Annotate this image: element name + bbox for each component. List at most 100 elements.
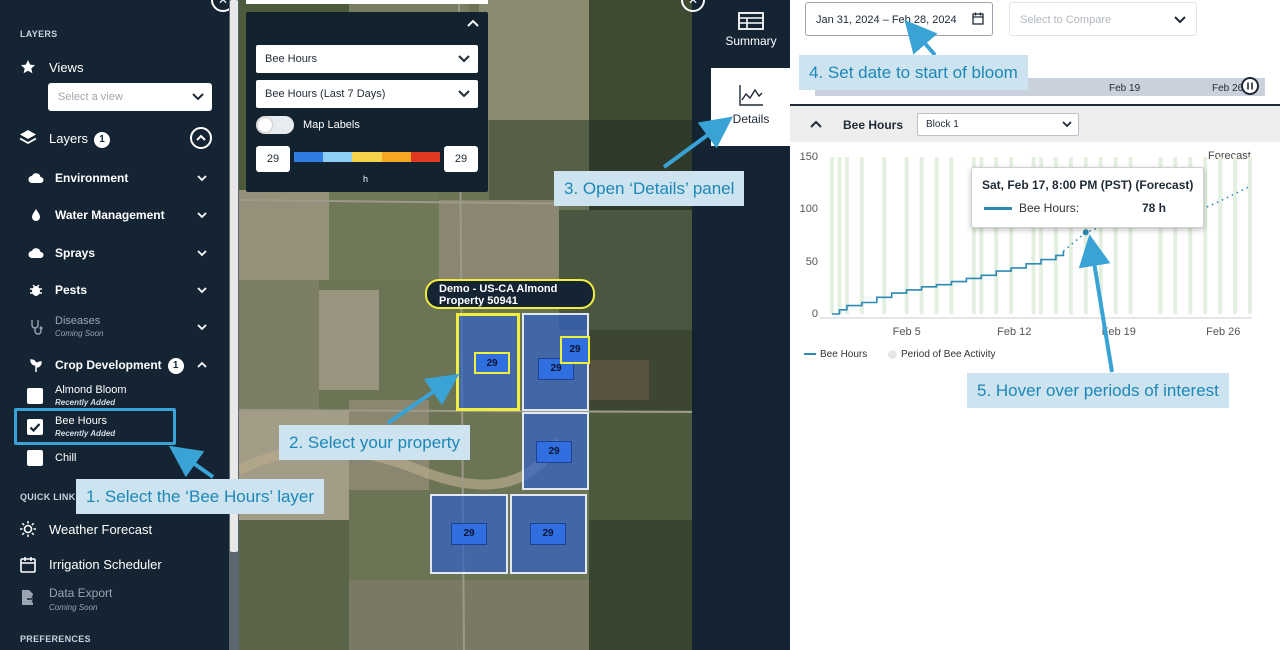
chevron-down-icon (197, 324, 207, 331)
stethoscope-icon (27, 318, 45, 336)
layers-icon (19, 129, 37, 147)
compare-select[interactable]: Select to Compare (1009, 2, 1197, 36)
timeline-label: Feb 26 (1212, 83, 1244, 94)
quick-links-heading: QUICK LINKS (20, 492, 82, 502)
legend-color-step (410, 152, 441, 162)
sidebar-item-views[interactable]: Views (0, 56, 230, 78)
legend-period-label: Period of Bee Activity (901, 349, 996, 360)
details-label: Details (732, 112, 770, 126)
quick-link-data-export[interactable]: Data Export Coming Soon (0, 585, 230, 613)
data-export-sub: Coming Soon (49, 603, 98, 612)
x-tick-label: Feb 12 (997, 326, 1032, 338)
pests-label: Pests (55, 283, 88, 297)
sidebar-item-sprays[interactable]: Sprays (0, 243, 230, 263)
chevron-up-icon[interactable] (809, 118, 823, 130)
legend-color-step (381, 152, 411, 162)
legend-min-value: 29 (256, 146, 290, 172)
bee-hours-line (832, 251, 1065, 315)
y-tick-label: 100 (799, 203, 818, 216)
chill-checkbox[interactable] (27, 450, 43, 466)
legend-bee-hours-label: Bee Hours (820, 349, 868, 360)
pause-button[interactable] (1241, 77, 1259, 95)
water-drop-icon (27, 206, 45, 224)
water-management-label: Water Management (55, 208, 165, 222)
details-panel (790, 0, 1280, 650)
property-label[interactable]: Demo - US-CA Almond Property 50941 (425, 279, 595, 309)
almond-bloom-sub: Recently Added (55, 398, 116, 407)
map-labels-label: Map Labels (303, 119, 360, 131)
bee-activity-band (844, 157, 849, 314)
chevron-down-icon (197, 287, 207, 294)
views-select[interactable]: Select a view (48, 83, 212, 111)
crop-development-label-wrap: Crop Development 1 (55, 358, 184, 374)
quick-link-irrigation-scheduler[interactable]: Irrigation Scheduler (0, 553, 230, 575)
x-tick-label: Feb 26 (1206, 326, 1241, 338)
details-tab[interactable]: Details (711, 68, 791, 146)
tooltip-series-name: Bee Hours: (1019, 201, 1080, 215)
block-select-value: Block 1 (926, 119, 959, 130)
field-value-label: 29 (536, 441, 572, 463)
timeline-label: Feb 19 (1109, 83, 1141, 94)
sidebar-scrollbar-thumb[interactable] (230, 0, 238, 552)
almond-bloom-checkbox[interactable] (27, 388, 43, 404)
map-labels-toggle[interactable] (256, 116, 294, 134)
bee-activity-band (1248, 157, 1252, 314)
irrigation-scheduler-label: Irrigation Scheduler (49, 557, 162, 572)
sidebar-item-crop-development[interactable]: Crop Development 1 (0, 355, 230, 375)
layer-item-almond-bloom[interactable]: Almond Bloom Recently Added (0, 383, 230, 409)
metric-select[interactable]: Bee Hours (Last 7 Days) (256, 80, 478, 108)
layers-heading: LAYERS (20, 29, 58, 39)
legend-bee-hours[interactable]: Bee Hours (804, 349, 867, 360)
layers-label: Layers (49, 131, 89, 146)
metric-select-value: Bee Hours (Last 7 Days) (265, 88, 386, 100)
legend-period-swatch (888, 349, 897, 359)
chart-tooltip: Sat, Feb 17, 8:00 PM (PST) (Forecast) Be… (971, 167, 1204, 228)
bee-hours-highlight (14, 408, 176, 445)
layer-select[interactable]: Bee Hours (256, 45, 478, 73)
field-value-label: 29 (451, 523, 487, 545)
block-select[interactable]: Block 1 (917, 113, 1079, 136)
views-label: Views (49, 60, 84, 75)
callout-step4: 4. Set date to start of bloom (799, 55, 1028, 90)
chevron-up-icon[interactable] (190, 127, 212, 149)
views-select-placeholder: Select a view (58, 91, 123, 103)
compare-placeholder: Select to Compare (1020, 14, 1112, 26)
legend-color-bar (294, 152, 441, 162)
field-value-label: 29 (530, 523, 566, 545)
crop-development-badge: 1 (167, 358, 184, 374)
table-icon (738, 12, 764, 30)
tooltip-title: Sat, Feb 17, 8:00 PM (PST) (Forecast) (982, 178, 1194, 192)
tooltip-line-swatch (984, 207, 1012, 210)
sidebar-item-pests[interactable]: Pests (0, 280, 230, 300)
summary-tab[interactable]: Summary (712, 8, 790, 58)
sidebar-item-layers[interactable]: Layers 1 (0, 127, 230, 149)
y-tick-label: 0 (811, 308, 818, 320)
sprays-label: Sprays (55, 246, 96, 260)
layer-item-chill[interactable]: Chill (0, 449, 230, 469)
hover-point (1082, 229, 1089, 236)
legend-period[interactable]: Period of Bee Activity (888, 349, 996, 360)
legend-color-step (294, 152, 324, 162)
callout-step1: 1. Select the ‘Bee Hours’ layer (76, 479, 325, 514)
property-label-line2: Property 50941 (439, 295, 518, 307)
cloud-icon (27, 244, 45, 262)
x-tick-label: Feb 5 (892, 326, 921, 338)
preferences-heading: PREFERENCES (20, 634, 91, 644)
legend-color-step (323, 152, 353, 162)
map-panel-top-edge (246, 0, 488, 4)
star-icon (19, 58, 37, 76)
y-tick-label: 50 (805, 255, 818, 268)
date-range-input[interactable]: Jan 31, 2024 – Feb 28, 2024 (805, 2, 993, 36)
chevron-up-icon[interactable] (466, 17, 480, 29)
chevron-down-icon (197, 212, 207, 219)
chevron-down-icon (197, 250, 207, 257)
sidebar-item-diseases[interactable]: Diseases Coming Soon (0, 314, 230, 340)
bee-activity-band (1218, 157, 1223, 314)
crop-development-label: Crop Development (55, 358, 162, 373)
sidebar-item-water-management[interactable]: Water Management (0, 205, 230, 225)
callout-step5: 5. Hover over periods of interest (967, 373, 1229, 408)
quick-link-weather-forecast[interactable]: Weather Forecast (0, 518, 230, 540)
sidebar-item-environment[interactable]: Environment (0, 168, 230, 188)
bee-activity-band (934, 157, 939, 314)
layer-select-value: Bee Hours (265, 53, 317, 65)
